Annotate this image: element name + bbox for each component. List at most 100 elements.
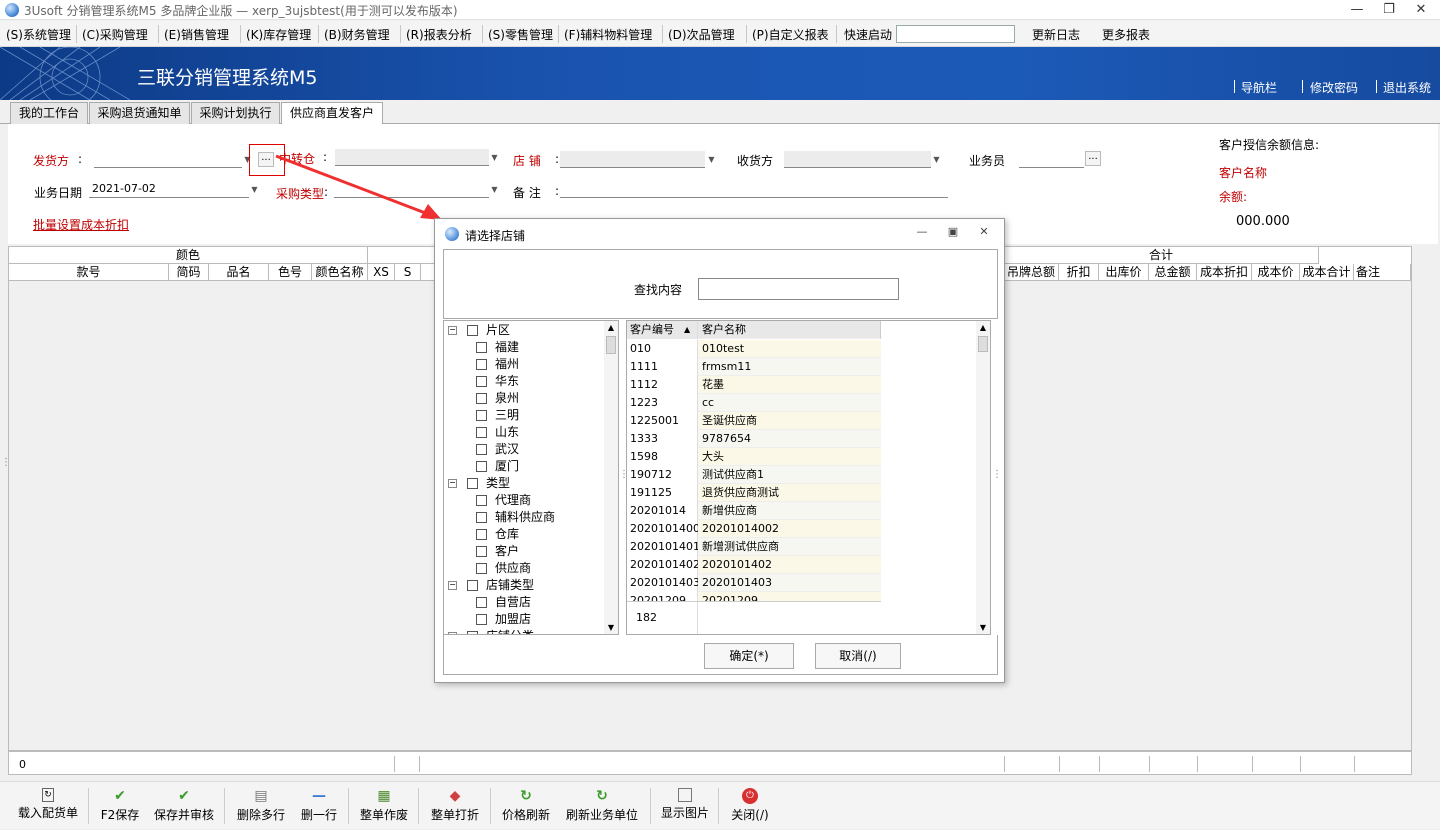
chevron-down-icon[interactable]: ▼ [488,182,501,197]
list-scrollbar[interactable]: ▲ ▼ [976,321,990,634]
quick-launch-input[interactable] [896,25,1015,43]
show-image-button[interactable]: 显示图片 [656,782,714,830]
menu-defects[interactable]: (D)次品管理 [668,26,735,43]
tree-node[interactable]: 武汉 [476,441,519,458]
tab-purchase-plan[interactable]: 采购计划执行 [191,102,280,124]
receiver-field[interactable] [784,151,931,168]
col-out-price[interactable]: 出库价 [1099,264,1149,281]
tree-checkbox[interactable] [476,495,487,506]
tree-checkbox[interactable] [476,393,487,404]
col-style-no[interactable]: 款号 [9,264,169,281]
tree-node[interactable]: 福州 [476,356,519,373]
menu-accessories[interactable]: (F)辅料物料管理 [564,26,652,43]
tree-checkbox[interactable] [476,614,487,625]
col-cost-discount[interactable]: 成本折扣 [1197,264,1252,281]
col-color-name[interactable]: 颜色名称 [312,264,368,281]
tree-node[interactable]: 辅料供应商 [476,509,555,526]
menu-system[interactable]: (S)系统管理 [6,26,71,43]
collapse-icon[interactable]: − [448,581,457,590]
tree-checkbox[interactable] [476,563,487,574]
logout-link[interactable]: 退出系统 [1383,79,1431,96]
date-field[interactable]: 2021-07-02 [89,181,249,198]
col-tag-total[interactable]: 吊牌总额 [1004,264,1059,281]
tree-checkbox[interactable] [467,325,478,336]
close-button[interactable]: ⏻ 关闭(/) [724,782,776,830]
menu-changelog[interactable]: 更新日志 [1032,26,1080,43]
tab-purchase-return[interactable]: 采购退货通知单 [89,102,190,124]
order-discount-button[interactable]: ◆ 整单打折 [424,782,486,830]
tree-node[interactable]: 供应商 [476,560,531,577]
menu-inventory[interactable]: (K)库存管理 [246,26,311,43]
tree-node[interactable]: − 类型 [448,475,510,492]
dialog-close-icon[interactable]: ✕ [974,225,994,241]
menu-retail[interactable]: (S)零售管理 [488,26,553,43]
dialog-maximize-icon[interactable]: ▣ [943,225,963,241]
col-remark[interactable]: 备注 [1354,264,1411,281]
chevron-down-icon[interactable]: ▼ [705,152,718,167]
price-refresh-button[interactable]: ↻ 价格刷新 [496,782,556,830]
tree-node[interactable]: 仓库 [476,526,519,543]
menu-purchase[interactable]: (C)采购管理 [82,26,148,43]
tree-node[interactable]: 自营店 [476,594,531,611]
chevron-down-icon[interactable]: ▼ [488,150,501,165]
chevron-down-icon[interactable]: ▼ [930,152,943,167]
load-allocation-button[interactable]: ↻ 载入配货单 [12,782,84,830]
tree-node[interactable]: −店铺分类 [448,628,534,634]
ok-button[interactable]: 确定(*) [704,643,794,669]
remark-field[interactable] [560,181,948,198]
tree-checkbox[interactable] [476,529,487,540]
col-cost-price[interactable]: 成本价 [1252,264,1300,281]
cancel-button[interactable]: 取消(/) [815,643,901,669]
tree-node[interactable]: 厦门 [476,458,519,475]
dialog-minimize-icon[interactable]: — [912,225,932,241]
delete-rows-button[interactable]: ▤ 删除多行 [230,782,292,830]
tree-checkbox[interactable] [467,580,478,591]
col-customer-name[interactable]: 客户名称 [698,321,881,339]
nav-bar-link[interactable]: 导航栏 [1241,79,1277,96]
col-short-code[interactable]: 简码 [169,264,209,281]
col-color-code[interactable]: 色号 [269,264,312,281]
salesman-field[interactable] [1019,151,1084,168]
collapse-icon[interactable]: − [448,479,457,488]
col-total-amount[interactable]: 总金额 [1149,264,1197,281]
search-input[interactable] [698,278,899,300]
tree-node[interactable]: 加盟店 [476,611,531,628]
splitter-handle[interactable]: ⋮ [992,469,1002,480]
tree-node[interactable]: 泉州 [476,390,519,407]
col-discount[interactable]: 折扣 [1059,264,1099,281]
refresh-business-unit-button[interactable]: ↻ 刷新业务单位 [560,782,644,830]
menu-more-reports[interactable]: 更多报表 [1102,26,1150,43]
tree-node[interactable]: − 片区 [448,322,510,339]
change-password-link[interactable]: 修改密码 [1310,79,1358,96]
tree-checkbox[interactable] [476,461,487,472]
tree-checkbox[interactable] [476,512,487,523]
collapse-icon[interactable]: − [448,326,457,335]
save-button[interactable]: ✔ F2保存 [94,782,146,830]
tree-checkbox[interactable] [467,478,478,489]
tree-checkbox[interactable] [476,597,487,608]
void-order-button[interactable]: ▦ 整单作废 [354,782,414,830]
tree-node[interactable]: 山东 [476,424,519,441]
salesman-browse-button[interactable]: ... [1085,151,1101,166]
tree-checkbox[interactable] [476,359,487,370]
tree-checkbox[interactable] [476,444,487,455]
tab-workbench[interactable]: 我的工作台 [10,102,88,124]
tree-node[interactable]: − 店铺类型 [448,577,534,594]
close-icon[interactable]: ✕ [1404,0,1438,20]
tree-node[interactable]: 三明 [476,407,519,424]
menu-reports[interactable]: (R)报表分析 [406,26,472,43]
menu-sales[interactable]: (E)销售管理 [164,26,229,43]
store-field[interactable] [560,151,705,168]
sender-field[interactable] [94,151,242,168]
col-cost-total[interactable]: 成本合计 [1300,264,1354,281]
tree-checkbox[interactable] [476,410,487,421]
tree-checkbox[interactable] [476,342,487,353]
chevron-down-icon[interactable]: ▼ [248,182,261,197]
tree-node[interactable]: 代理商 [476,492,531,509]
menu-finance[interactable]: (B)财务管理 [324,26,390,43]
tree-checkbox[interactable] [476,546,487,557]
tree-scrollbar[interactable]: ▲ ▼ [604,321,618,634]
minimize-icon[interactable]: — [1340,0,1374,20]
restore-icon[interactable]: ❐ [1372,0,1406,20]
col-size-xs[interactable]: XS [368,264,395,281]
